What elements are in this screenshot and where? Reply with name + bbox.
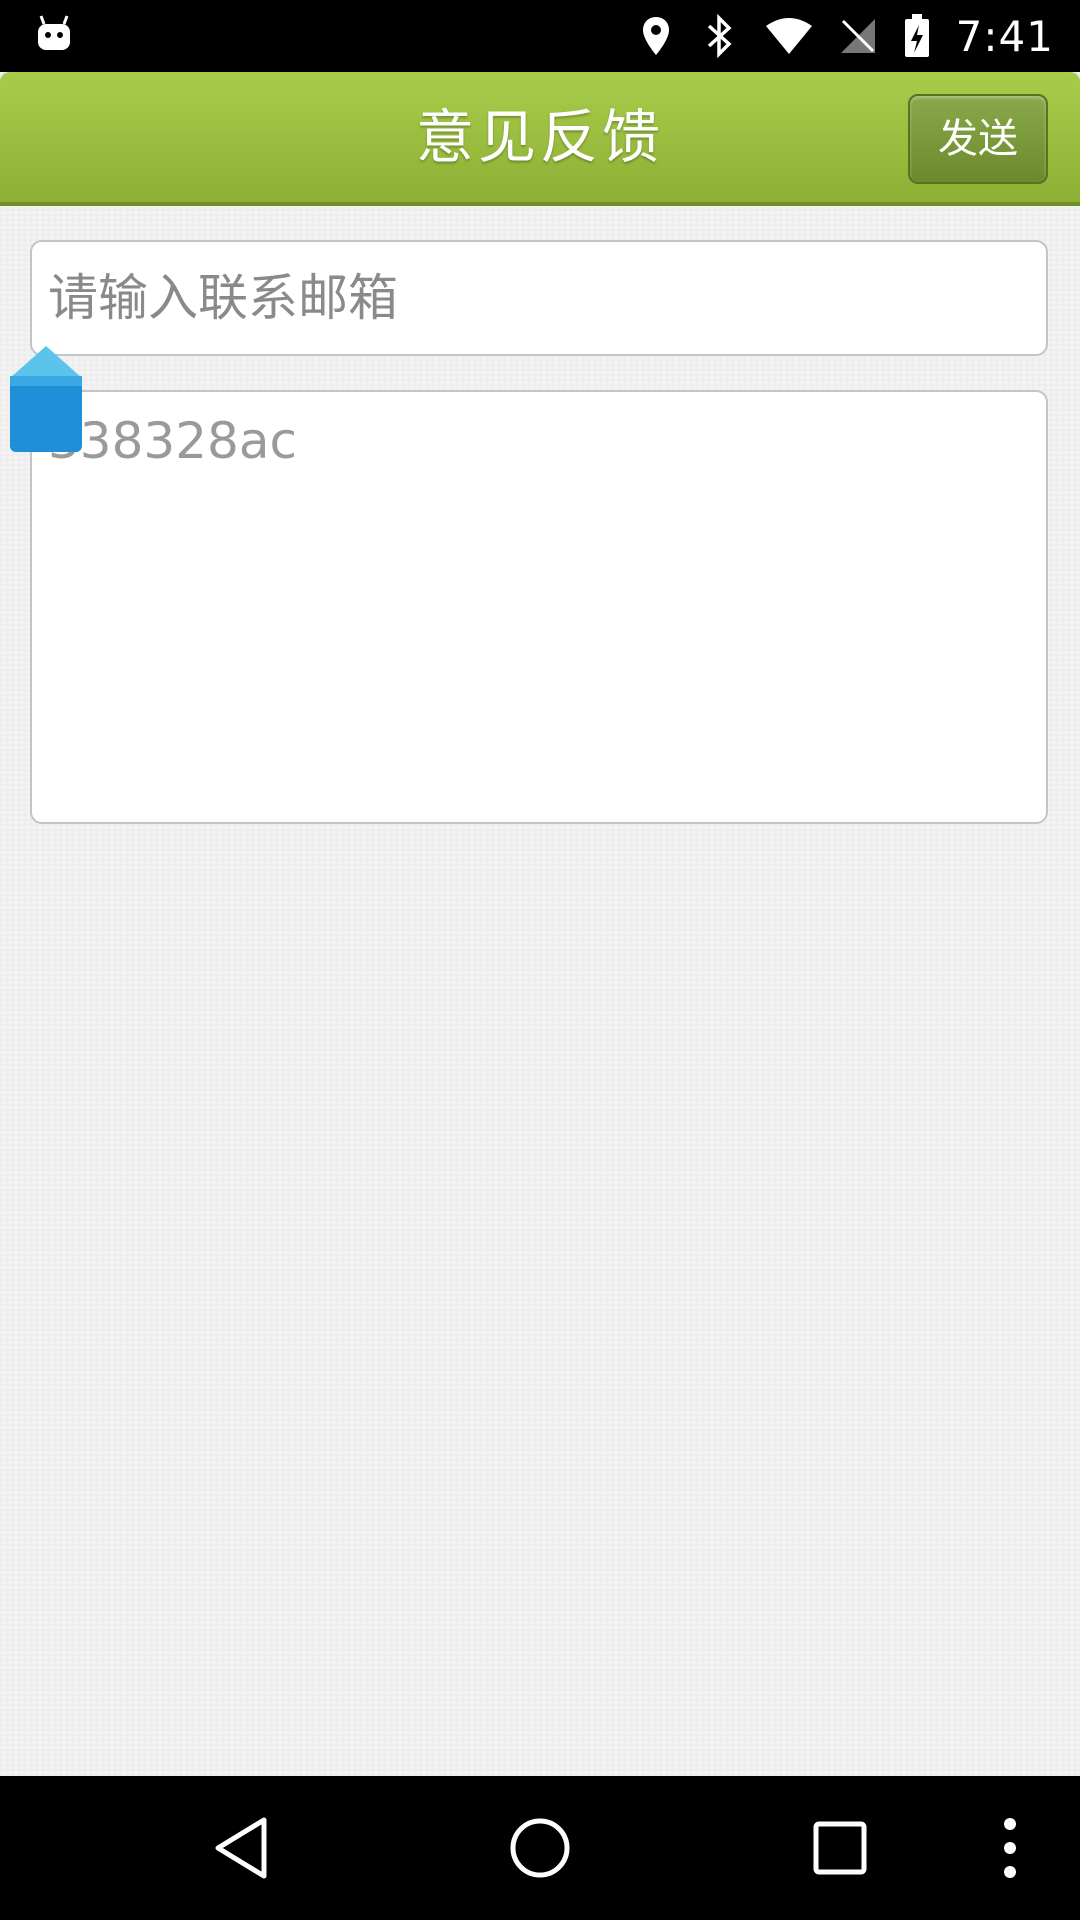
back-icon[interactable]: [202, 1808, 282, 1888]
menu-dots-icon[interactable]: [980, 1808, 1040, 1888]
status-icons: 7:41: [636, 0, 1080, 72]
no-sim-icon: [838, 14, 878, 58]
email-field[interactable]: 请输入联系邮箱: [30, 240, 1048, 356]
recents-icon[interactable]: [800, 1808, 880, 1888]
send-button[interactable]: 发送: [908, 94, 1048, 184]
app-header: 意见反馈 发送: [0, 72, 1080, 206]
feedback-text-area[interactable]: 338328ac: [30, 390, 1048, 824]
bluetooth-icon: [700, 14, 740, 58]
android-debug-icon: [38, 15, 70, 50]
text-cursor-handle[interactable]: [8, 344, 84, 454]
wifi-icon: [764, 14, 814, 58]
battery-charging-icon: [902, 14, 932, 58]
status-time: 7:41: [955, 11, 1054, 61]
navigation-bar: [0, 1776, 1080, 1920]
home-icon[interactable]: [500, 1808, 580, 1888]
location-icon: [636, 14, 676, 58]
status-bar: 7:41: [0, 0, 1080, 72]
feedback-form: 请输入联系邮箱 338328ac: [0, 206, 1080, 1776]
